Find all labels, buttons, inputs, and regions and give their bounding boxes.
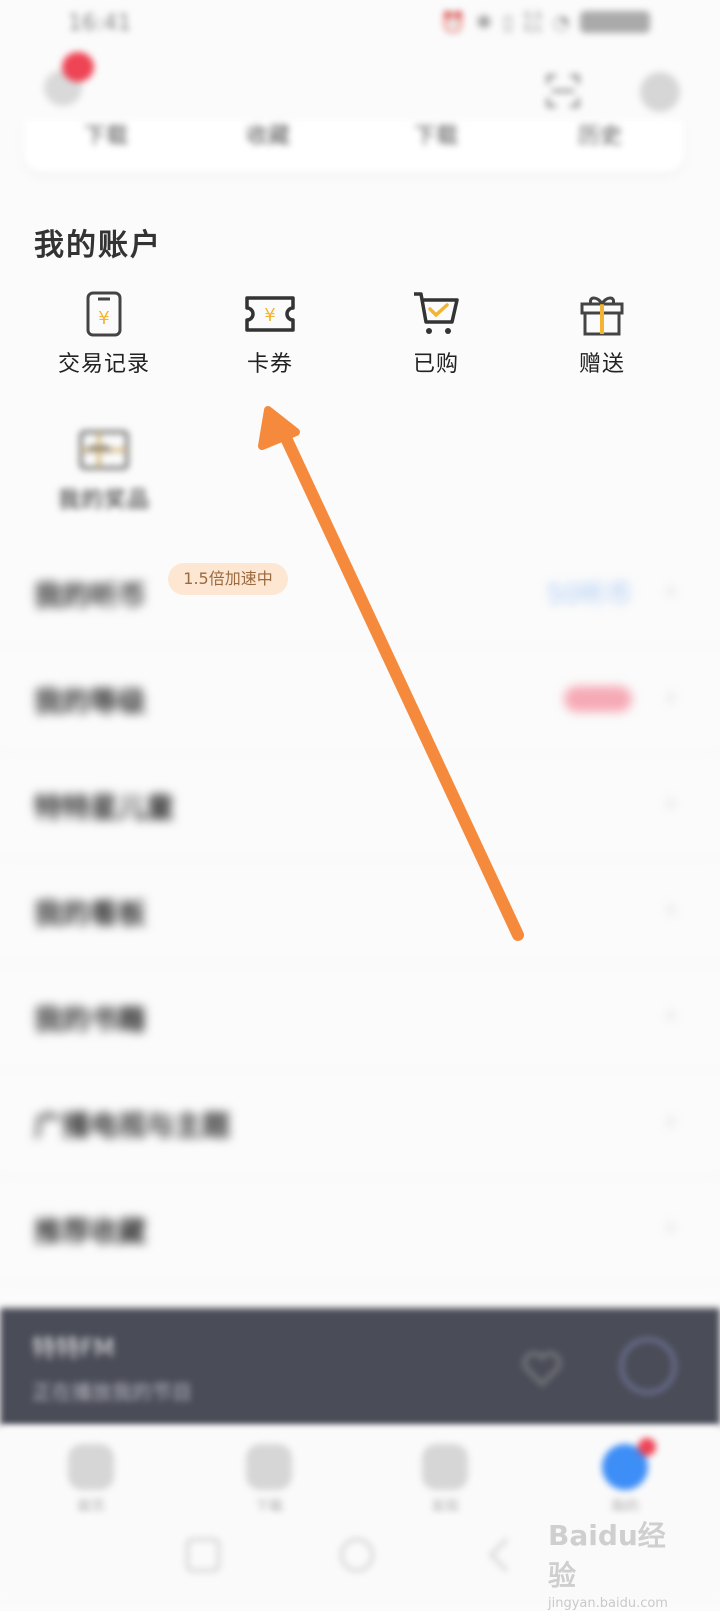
tab-download[interactable]: 下载 xyxy=(234,1444,304,1516)
account-item-label: 卡券 xyxy=(246,352,293,377)
player-subtitle: 正在播放我的节目 xyxy=(32,1380,192,1404)
vibrate-icon: ▯ xyxy=(502,10,514,34)
settings-icon[interactable] xyxy=(640,72,680,112)
gift-icon xyxy=(580,296,624,336)
account-item-purchased[interactable]: 已购 xyxy=(366,290,506,378)
phone-yuan-icon: ¥ xyxy=(86,291,122,337)
back-icon[interactable] xyxy=(489,1538,523,1572)
list-row-broadcast[interactable]: 广播电视与主题 › xyxy=(0,1070,720,1177)
row-red-badge xyxy=(564,686,632,712)
tab-label: 首页 xyxy=(77,1499,105,1515)
account-item-coupons[interactable]: ¥ 卡券 xyxy=(200,290,340,378)
tab-profile[interactable]: 我的 xyxy=(590,1438,660,1516)
chevron-right-icon: › xyxy=(665,1212,676,1242)
battery-icon xyxy=(580,11,650,33)
list-row-favorites[interactable]: 推荐收藏 › xyxy=(0,1176,720,1283)
account-item-prizes[interactable]: 我的奖品 xyxy=(34,426,174,514)
net-speed: 9.6 K/s xyxy=(523,9,543,35)
account-item-label: 已购 xyxy=(412,352,459,377)
quick-item-0[interactable]: 下载 xyxy=(84,118,128,150)
baidu-watermark: Baidu经验 jingyan.baidu.com xyxy=(548,1514,678,1611)
cart-check-icon xyxy=(414,292,459,334)
heart-icon[interactable] xyxy=(520,1346,564,1390)
chevron-right-icon: › xyxy=(665,1106,676,1136)
tab-label: 我的 xyxy=(611,1499,639,1515)
wifi-icon: ◔ xyxy=(552,10,570,34)
row-label: 我的书籍 xyxy=(34,1003,147,1036)
status-bar: 16:41 ⏰ ✱ ▯ 9.6 K/s ◔ xyxy=(0,0,720,46)
quick-item-3[interactable]: 历史 xyxy=(578,118,622,150)
recents-icon[interactable] xyxy=(186,1538,220,1572)
chevron-right-icon: › xyxy=(665,682,676,712)
download-icon xyxy=(246,1444,292,1490)
row-value: 50听币 xyxy=(546,580,632,610)
status-icons: ⏰ ✱ ▯ 9.6 K/s ◔ xyxy=(441,10,650,34)
notification-dot xyxy=(62,52,94,82)
player-title: 特特FM xyxy=(32,1334,115,1362)
chevron-right-icon: › xyxy=(665,788,676,818)
bluetooth-icon: ✱ xyxy=(475,10,493,34)
svg-text:¥: ¥ xyxy=(98,308,109,329)
list-row-kids[interactable]: 特特星儿童 › xyxy=(0,752,720,859)
row-label: 特特星儿童 xyxy=(34,791,175,824)
discover-icon xyxy=(422,1444,468,1490)
watermark-brand: Baidu经验 xyxy=(548,1519,666,1592)
list-row-coins[interactable]: 我的听币 50听币 › xyxy=(0,540,720,647)
quick-item-2[interactable]: 下载 xyxy=(414,118,458,150)
alarm-icon: ⏰ xyxy=(440,10,466,34)
play-icon[interactable] xyxy=(620,1338,676,1394)
row-label: 我的看板 xyxy=(34,897,147,930)
prize-box-icon xyxy=(79,430,129,470)
section-title-account: 我的账户 xyxy=(34,228,162,263)
account-item-label: 赠送 xyxy=(578,352,625,377)
tab-discover[interactable]: 发现 xyxy=(410,1444,480,1516)
chevron-right-icon: › xyxy=(665,576,676,606)
chevron-right-icon: › xyxy=(665,894,676,924)
row-label: 推荐收藏 xyxy=(34,1215,147,1248)
scan-icon[interactable] xyxy=(546,74,580,108)
account-item-gift[interactable]: 赠送 xyxy=(532,290,672,378)
tab-label: 下载 xyxy=(255,1499,283,1515)
row-label: 我的听币 xyxy=(34,579,147,612)
list-row-books[interactable]: 我的书籍 › xyxy=(0,964,720,1071)
tab-label: 发现 xyxy=(431,1499,459,1515)
account-item-label: 我的奖品 xyxy=(57,488,150,513)
svg-text:¥: ¥ xyxy=(264,305,275,326)
quick-item-1[interactable]: 收藏 xyxy=(246,118,290,150)
tab-home[interactable]: 首页 xyxy=(56,1444,126,1516)
status-time: 16:41 xyxy=(68,11,132,36)
home-circle-icon[interactable] xyxy=(340,1538,374,1572)
account-item-label: 交易记录 xyxy=(57,352,150,377)
home-icon xyxy=(68,1444,114,1490)
list-row-board[interactable]: 我的看板 › xyxy=(0,858,720,965)
row-label: 我的等级 xyxy=(34,685,147,718)
list-row-level[interactable]: 我的等级 › xyxy=(0,646,720,753)
row-label: 广播电视与主题 xyxy=(34,1109,231,1142)
bottom-tab-bar: 首页 下载 发现 我的 xyxy=(0,1426,720,1516)
watermark-url: jingyan.baidu.com xyxy=(548,1596,668,1611)
chevron-right-icon: › xyxy=(665,1000,676,1030)
mini-player[interactable]: 特特FM 正在播放我的节目 xyxy=(0,1308,720,1426)
coupon-yuan-icon: ¥ xyxy=(245,296,295,332)
account-item-transactions[interactable]: ¥ 交易记录 xyxy=(34,290,174,378)
tab-notification-dot xyxy=(638,1438,656,1456)
